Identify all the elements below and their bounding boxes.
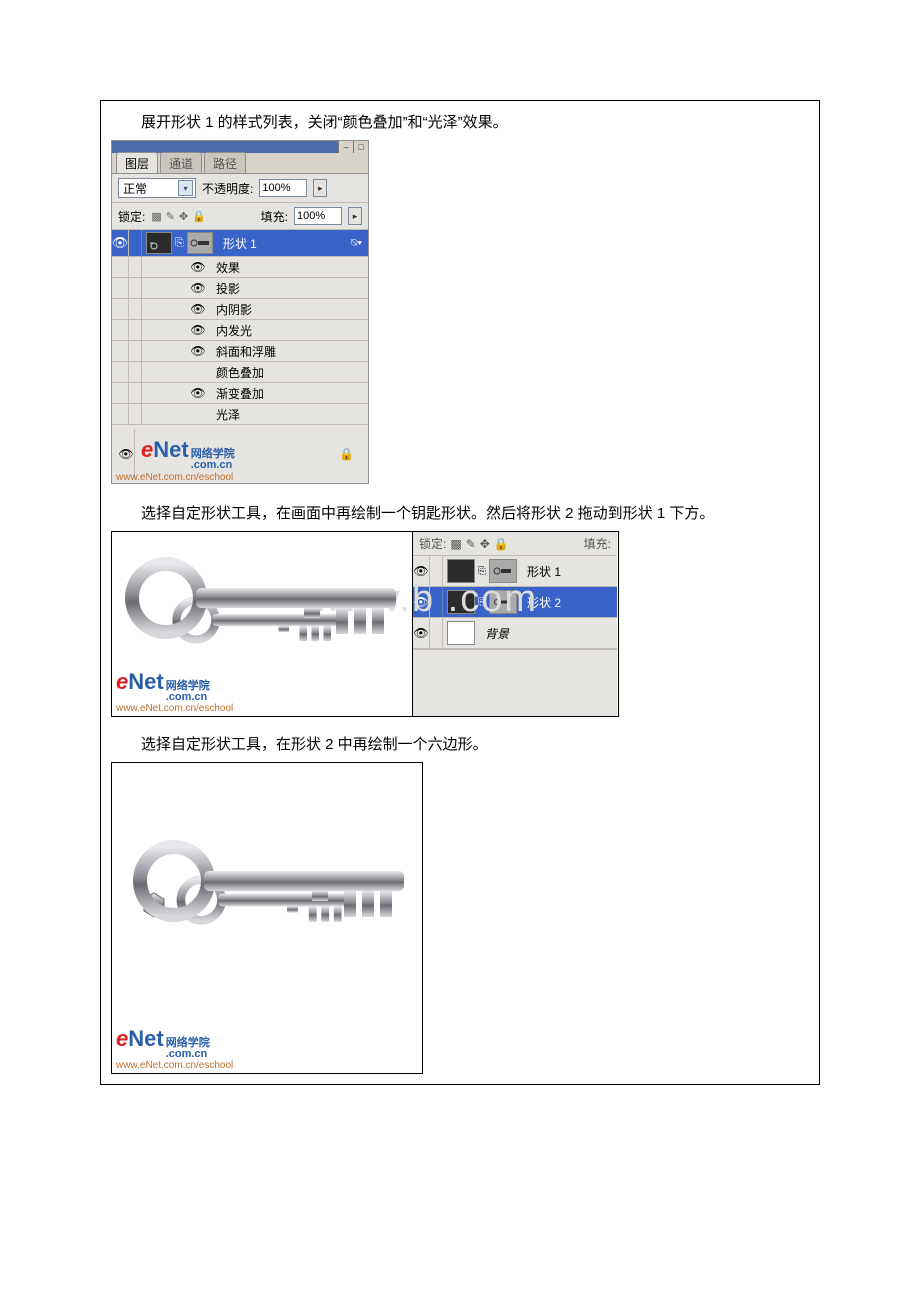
effect-bevel[interactable]: 👁 斜面和浮雕 bbox=[112, 341, 368, 362]
effect-drop-shadow[interactable]: 👁 投影 bbox=[112, 278, 368, 299]
effect-satin[interactable]: 光泽 bbox=[112, 404, 368, 425]
eye-off-icon[interactable] bbox=[190, 407, 206, 421]
panel-tabs: 图层 通道 路径 bbox=[112, 153, 368, 174]
link-icon: ⎘ bbox=[478, 597, 486, 608]
link-icon: ⎘ bbox=[175, 237, 184, 250]
eye-icon[interactable]: 👁 bbox=[190, 323, 206, 337]
link-icon: ⎘ bbox=[478, 566, 486, 577]
eschool-url: www.eNet.com.cn/eschool bbox=[116, 472, 233, 483]
fill-label: 填充: bbox=[261, 208, 288, 225]
blend-mode-select[interactable]: 正常 ▾ bbox=[118, 178, 196, 198]
eye-icon[interactable]: 👁 bbox=[190, 260, 206, 274]
eye-icon[interactable]: 👁 bbox=[413, 618, 430, 648]
figure-3: e Net 网络学院 .com.cn www.eNet.com.cn/escho… bbox=[111, 762, 423, 1074]
blend-mode-value: 正常 bbox=[123, 180, 147, 197]
eye-icon[interactable]: 👁 bbox=[413, 556, 430, 586]
opacity-label: 不透明度: bbox=[202, 180, 253, 197]
key-shape-large bbox=[118, 548, 408, 668]
lock-all-icon[interactable]: 🔒 bbox=[494, 537, 509, 551]
tab-layers[interactable]: 图层 bbox=[116, 152, 158, 173]
layer-thumbnail bbox=[447, 559, 475, 583]
opacity-input[interactable]: 100% bbox=[259, 179, 307, 197]
eye-icon[interactable]: 👁 bbox=[190, 386, 206, 400]
eye-off-icon[interactable] bbox=[190, 365, 206, 379]
layer-name: 形状 1 bbox=[217, 235, 257, 252]
opacity-slider-button[interactable]: ▸ bbox=[313, 179, 327, 197]
eye-icon: 👁 bbox=[112, 235, 129, 251]
chevron-down-icon: ▾ bbox=[178, 180, 193, 196]
mini-layer-shape2[interactable]: 👁 ⎘ 形状 2 bbox=[413, 587, 617, 618]
enet-logo: e Net 网络学院 .com.cn bbox=[141, 437, 235, 471]
mini-layer-background[interactable]: 👁 背景 bbox=[413, 618, 617, 649]
key-with-hex bbox=[116, 827, 416, 1027]
figure-2: www.b .com bbox=[111, 531, 619, 717]
lock-transparent-icon[interactable]: ▩ bbox=[450, 537, 461, 551]
fill-input[interactable]: 100% bbox=[294, 207, 342, 225]
panel-footer: 👁 e Net 网络学院 .com.cn 🔒 www.eNet.com.cn/e… bbox=[112, 425, 368, 483]
lock-fill-row: 锁定: ▩ ✎ ✥ 🔒 填充: 100% ▸ bbox=[112, 203, 368, 230]
lock-move-icon[interactable]: ✥ bbox=[480, 537, 490, 551]
lock-transparent-icon[interactable]: ▩ bbox=[151, 210, 161, 223]
layer-thumbs: ⎘ bbox=[142, 230, 217, 256]
lock-move-icon[interactable]: ✥ bbox=[179, 210, 188, 223]
maximize-button[interactable]: □ bbox=[353, 141, 368, 153]
canvas-2: www.b .com bbox=[112, 532, 413, 716]
enet-logo: e Net 网络学院 .com.cn www.eNet.com.cn/escho… bbox=[116, 669, 233, 714]
mask-thumbnail bbox=[489, 590, 517, 614]
minimize-button[interactable]: – bbox=[338, 141, 353, 153]
lock-all-icon[interactable]: 🔒 bbox=[192, 210, 206, 223]
instruction-1: 展开形状 1 的样式列表，关闭“颜色叠加”和“光泽”效果。 bbox=[111, 109, 809, 136]
lock-icon: 🔒 bbox=[339, 447, 354, 461]
effect-inner-shadow[interactable]: 👁 内阴影 bbox=[112, 299, 368, 320]
mask-thumbnail bbox=[489, 559, 517, 583]
effects-header[interactable]: 👁 效果 bbox=[112, 257, 368, 278]
document-frame: 展开形状 1 的样式列表，关闭“颜色叠加”和“光泽”效果。 – □ 图层 通道 … bbox=[100, 100, 820, 1085]
layer-thumbnail bbox=[146, 232, 172, 254]
blend-opacity-row: 正常 ▾ 不透明度: 100% ▸ bbox=[112, 174, 368, 203]
fx-badge-icon[interactable]: ⍉▾ bbox=[351, 237, 362, 250]
eye-icon[interactable]: 👁 bbox=[413, 587, 430, 617]
lock-icons: ▩ ✎ ✥ 🔒 bbox=[151, 210, 206, 223]
fill-slider-button[interactable]: ▸ bbox=[348, 207, 362, 225]
lock-brush-icon[interactable]: ✎ bbox=[466, 537, 476, 551]
effect-color-overlay[interactable]: 颜色叠加 bbox=[112, 362, 368, 383]
visibility-toggle[interactable]: 👁 bbox=[112, 230, 129, 256]
tab-paths[interactable]: 路径 bbox=[204, 152, 246, 173]
eye-icon[interactable]: 👁 bbox=[190, 302, 206, 316]
instruction-3: 选择自定形状工具，在形状 2 中再绘制一个六边形。 bbox=[111, 731, 809, 758]
lock-label: 锁定: bbox=[118, 208, 145, 225]
lock-brush-icon[interactable]: ✎ bbox=[166, 210, 175, 223]
effect-gradient-overlay[interactable]: 👁 渐变叠加 bbox=[112, 383, 368, 404]
mini-layer-shape1[interactable]: 👁 ⎘ 形状 1 bbox=[413, 556, 617, 587]
effect-inner-glow[interactable]: 👁 内发光 bbox=[112, 320, 368, 341]
layer-thumbnail bbox=[447, 621, 475, 645]
mini-lock-row: 锁定: ▩ ✎ ✥ 🔒 填充: bbox=[413, 532, 617, 556]
layer-thumbnail bbox=[447, 590, 475, 614]
mask-thumbnail bbox=[187, 232, 213, 254]
layers-panel: – □ 图层 通道 路径 正常 ▾ 不透明度: 100% ▸ 锁定: ▩ bbox=[111, 140, 369, 484]
layer-shape1[interactable]: 👁 ⎘ 形状 1 ⍉▾ bbox=[112, 230, 368, 257]
enet-logo: e Net 网络学院 .com.cn www.eNet.com.cn/escho… bbox=[116, 1026, 233, 1071]
eye-icon[interactable]: 👁 bbox=[190, 344, 206, 358]
eye-icon[interactable]: 👁 bbox=[190, 281, 206, 295]
tab-channels[interactable]: 通道 bbox=[160, 152, 202, 173]
instruction-2a: 选择自定形状工具，在画面中再绘制一个钥匙形状。然后将形状 2 拖动到形状 1 下… bbox=[111, 500, 809, 527]
mini-layers-panel: 锁定: ▩ ✎ ✥ 🔒 填充: 👁 ⎘ bbox=[413, 532, 617, 716]
